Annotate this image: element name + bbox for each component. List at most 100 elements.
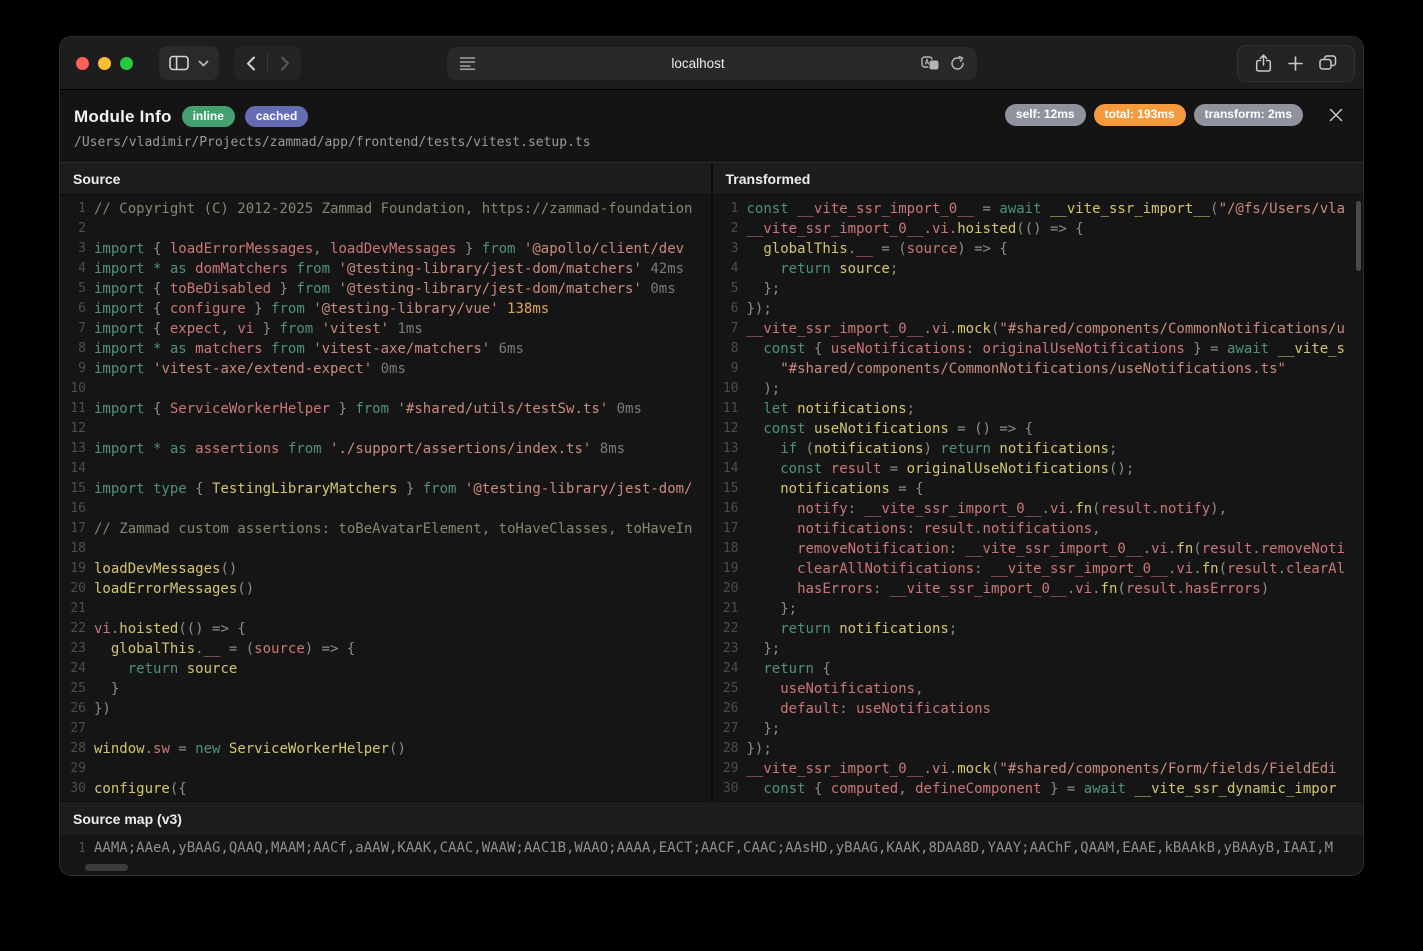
transformed-pane: Transformed 1const __vite_ssr_import_0__… (713, 163, 1364, 801)
reload-icon[interactable] (950, 56, 965, 71)
code-line: 18 removeNotification: __vite_ssr_import… (713, 539, 1364, 559)
sourcemap-mappings: AAMA;AAeA,yBAAG,QAAQ,MAAM;AACf,aAAW,KAAK… (86, 840, 1333, 856)
code-line: 26}) (60, 699, 711, 719)
code-line: 11 let notifications; (713, 399, 1364, 419)
code-line: 10 (60, 379, 711, 399)
code-line: 11import { ServiceWorkerHelper } from '#… (60, 399, 711, 419)
code-line: 5 }; (713, 279, 1364, 299)
minimize-window-button[interactable] (98, 57, 111, 70)
source-pane-title: Source (60, 163, 711, 195)
code-line: 22vi.hoisted(() => { (60, 619, 711, 639)
close-icon (1329, 108, 1343, 122)
badge-inline: inline (182, 106, 235, 127)
code-line: 27 }; (713, 719, 1364, 739)
code-line: 4 return source; (713, 259, 1364, 279)
code-line: 8 const { useNotifications: originalUseN… (713, 339, 1364, 359)
source-pane: Source 1// Copyright (C) 2012-2025 Zamma… (60, 163, 711, 801)
new-tab-icon[interactable] (1288, 56, 1303, 71)
code-line: 1// Copyright (C) 2012-2025 Zammad Found… (60, 199, 711, 219)
code-line: 25 useNotifications, (713, 679, 1364, 699)
code-line: 14 const result = originalUseNotificatio… (713, 459, 1364, 479)
browser-window: localhost Module Info (60, 37, 1363, 875)
timing-transform-badge: transform: 2ms (1194, 104, 1303, 125)
code-line: 12 (60, 419, 711, 439)
code-line: 25 } (60, 679, 711, 699)
zoom-window-button[interactable] (120, 57, 133, 70)
history-nav (234, 46, 301, 80)
back-button[interactable] (234, 46, 267, 80)
module-file-path: /Users/vladimir/Projects/zammad/app/fron… (74, 135, 1343, 150)
code-line: 7__vite_ssr_import_0__.vi.mock("#shared/… (713, 319, 1364, 339)
code-line: 19 clearAllNotifications: __vite_ssr_imp… (713, 559, 1364, 579)
code-line: 2__vite_ssr_import_0__.vi.hoisted(() => … (713, 219, 1364, 239)
code-line: 30configure({ (60, 779, 711, 799)
translate-icon[interactable] (921, 56, 940, 71)
code-line: 22 return notifications; (713, 619, 1364, 639)
code-line: 9import 'vitest-axe/extend-expect' 0ms (60, 359, 711, 379)
code-line: 15import type { TestingLibraryMatchers }… (60, 479, 711, 499)
code-line: 10 ); (713, 379, 1364, 399)
code-line: 3import { loadErrorMessages, loadDevMess… (60, 239, 711, 259)
close-window-button[interactable] (76, 57, 89, 70)
traffic-lights (76, 57, 133, 70)
transformed-code-view[interactable]: 1const __vite_ssr_import_0__ = await __v… (713, 195, 1364, 801)
tab-overview-icon[interactable] (1319, 55, 1337, 71)
code-line: 30 const { computed, defineComponent } =… (713, 779, 1364, 799)
code-line: 17// Zammad custom assertions: toBeAvata… (60, 519, 711, 539)
code-line: 16 notify: __vite_ssr_import_0__.vi.fn(r… (713, 499, 1364, 519)
browser-toolbar: localhost (60, 37, 1363, 90)
code-line: 6}); (713, 299, 1364, 319)
share-icon[interactable] (1255, 54, 1272, 73)
code-line: 29 (60, 759, 711, 779)
code-line: 1const __vite_ssr_import_0__ = await __v… (713, 199, 1364, 219)
code-line: 3 globalThis.__ = (source) => { (713, 239, 1364, 259)
code-line: 26 default: useNotifications (713, 699, 1364, 719)
code-line: 28}); (713, 739, 1364, 759)
code-line: 4import * as domMatchers from '@testing-… (60, 259, 711, 279)
sidebar-toggle-button[interactable] (159, 46, 219, 80)
code-line: 13import * as assertions from './support… (60, 439, 711, 459)
timing-total-badge: total: 193ms (1094, 104, 1186, 125)
sidebar-icon (169, 55, 189, 71)
code-line: 15 notifications = { (713, 479, 1364, 499)
code-line: 21 (60, 599, 711, 619)
code-line: 5import { toBeDisabled } from '@testing-… (60, 279, 711, 299)
code-line: 8import * as matchers from 'vitest-axe/m… (60, 339, 711, 359)
chevron-down-icon (198, 60, 209, 67)
sourcemap-line-number: 1 (60, 841, 86, 856)
code-line: 19loadDevMessages() (60, 559, 711, 579)
horizontal-scrollbar-thumb[interactable] (85, 864, 128, 871)
code-line: 16 (60, 499, 711, 519)
code-line: 18 (60, 539, 711, 559)
source-code-view[interactable]: 1// Copyright (C) 2012-2025 Zammad Found… (60, 195, 711, 801)
code-line: 24 return { (713, 659, 1364, 679)
forward-button[interactable] (268, 46, 301, 80)
code-line: 21 }; (713, 599, 1364, 619)
url-text[interactable]: localhost (476, 56, 921, 71)
code-line: 28window.sw = new ServiceWorkerHelper() (60, 739, 711, 759)
code-line: 27 (60, 719, 711, 739)
code-line: 2 (60, 219, 711, 239)
code-line: 20 hasErrors: __vite_ssr_import_0__.vi.f… (713, 579, 1364, 599)
transformed-pane-title: Transformed (713, 163, 1364, 195)
code-line: 6import { configure } from '@testing-lib… (60, 299, 711, 319)
code-line: 20loadErrorMessages() (60, 579, 711, 599)
badge-cached: cached (245, 106, 308, 127)
timing-self-badge: self: 12ms (1005, 104, 1086, 125)
module-info-header: Module Info inline cached self: 12ms tot… (60, 90, 1363, 162)
code-line: 9 "#shared/components/CommonNotification… (713, 359, 1364, 379)
toolbar-right-controls (1237, 45, 1355, 82)
sourcemap-title: Source map (v3) (60, 801, 1363, 835)
close-panel-button[interactable] (1325, 104, 1347, 126)
code-line: 29__vite_ssr_import_0__.vi.mock("#shared… (713, 759, 1364, 779)
code-line: 17 notifications: result.notifications, (713, 519, 1364, 539)
code-line: 12 const useNotifications = () => { (713, 419, 1364, 439)
code-line: 7import { expect, vi } from 'vitest' 1ms (60, 319, 711, 339)
address-bar[interactable]: localhost (447, 47, 977, 80)
code-panes: Source 1// Copyright (C) 2012-2025 Zamma… (60, 162, 1363, 801)
vertical-scrollbar-thumb[interactable] (1356, 201, 1361, 271)
reader-icon[interactable] (459, 56, 476, 70)
page-title: Module Info (74, 107, 172, 127)
code-line: 23 }; (713, 639, 1364, 659)
code-line: 13 if (notifications) return notificatio… (713, 439, 1364, 459)
